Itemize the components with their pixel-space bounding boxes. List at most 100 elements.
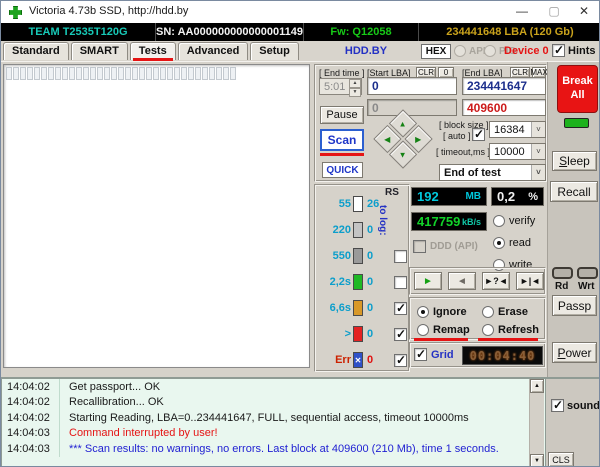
dropdown-arrow-icon[interactable]: ˅ bbox=[531, 122, 545, 137]
auto-checkbox[interactable] bbox=[472, 127, 485, 141]
start-lba-input[interactable]: 0 bbox=[367, 77, 457, 95]
legend-row-count: 0 bbox=[367, 224, 374, 236]
data-read-lcd: 192 MB bbox=[411, 187, 487, 206]
scroll-down-icon[interactable]: ▼ bbox=[530, 454, 544, 466]
hex-toggle-button[interactable]: HEX bbox=[421, 44, 451, 59]
legend-to-log-checkbox[interactable] bbox=[394, 353, 407, 367]
hints-checkbox-box[interactable] bbox=[552, 43, 565, 57]
tab-standard[interactable]: Standard bbox=[3, 42, 69, 60]
active-tab-hint-underline bbox=[132, 58, 173, 61]
block-size-select[interactable]: 16384 ˅ bbox=[489, 121, 546, 138]
power-label: Power bbox=[557, 345, 592, 360]
seek-scan-button[interactable]: ►?◄ bbox=[482, 272, 510, 290]
refresh-hint-underline bbox=[478, 338, 538, 341]
tab-tests[interactable]: Tests bbox=[129, 42, 176, 61]
power-button[interactable]: Power bbox=[552, 342, 597, 363]
timeout-select[interactable]: 10000 ˅ bbox=[489, 143, 546, 160]
legend-to-log-checkbox[interactable] bbox=[394, 327, 407, 341]
hints-checkbox[interactable]: Hints bbox=[552, 43, 596, 57]
auto-label: [ auto ] bbox=[443, 131, 471, 141]
end-time-label: [ End time ] bbox=[319, 68, 365, 78]
log-row: 14:04:03 *** Scan results: no warnings, n… bbox=[2, 441, 545, 457]
legend-row: 550 0 bbox=[315, 247, 409, 265]
grid-checkbox[interactable] bbox=[414, 347, 427, 361]
legend-row: 6,6s 0 bbox=[315, 299, 409, 317]
ddd-api-label: DDD (API) bbox=[430, 241, 478, 252]
refresh-radio[interactable]: Refresh bbox=[482, 324, 539, 336]
recall-button[interactable]: Recall bbox=[550, 181, 598, 202]
log-timestamp: 14:04:02 bbox=[7, 411, 50, 424]
maximize-icon[interactable]: ▢ bbox=[539, 1, 569, 23]
erase-radio[interactable]: Erase bbox=[482, 306, 528, 318]
play-button[interactable]: ► bbox=[414, 272, 442, 290]
legend-color-block bbox=[353, 222, 363, 238]
close-icon[interactable]: ✕ bbox=[569, 1, 599, 23]
legend-to-log-checkbox[interactable] bbox=[394, 249, 407, 263]
remap-radio-circle[interactable] bbox=[417, 324, 429, 336]
legend-row: >0 bbox=[315, 325, 409, 343]
quick-button[interactable]: QUICK bbox=[322, 162, 363, 178]
tab-advanced[interactable]: Advanced bbox=[177, 42, 249, 60]
drive-capacity: 234441648 LBA (120 Gb) bbox=[446, 26, 574, 38]
map-block bbox=[111, 67, 117, 80]
api-radio-circle[interactable] bbox=[454, 45, 466, 57]
spin-up-icon[interactable]: ▲ bbox=[349, 79, 361, 88]
legend-row-label: 55 bbox=[338, 198, 351, 210]
end-time-value: 5:01 bbox=[324, 80, 346, 93]
scroll-up-icon[interactable]: ▲ bbox=[530, 379, 544, 393]
end-time-spinner[interactable]: 5:01 ▲ ▼ bbox=[319, 78, 362, 97]
ddd-api-checkbox-box[interactable] bbox=[413, 240, 426, 253]
map-block bbox=[188, 67, 194, 80]
percent-unit: % bbox=[528, 190, 538, 203]
map-block bbox=[118, 67, 124, 80]
ignore-radio-circle[interactable] bbox=[417, 306, 429, 318]
legend-to-log-checkbox[interactable] bbox=[394, 275, 407, 289]
dropdown-arrow-icon[interactable]: ˅ bbox=[531, 144, 545, 159]
last-block-field: 409600 bbox=[462, 99, 546, 116]
read-radio[interactable]: read bbox=[493, 237, 531, 249]
cls-button[interactable]: CLS bbox=[548, 452, 574, 466]
write-led bbox=[577, 267, 598, 279]
log-scrollbar[interactable]: ▲ ▼ bbox=[529, 379, 544, 466]
map-block bbox=[181, 67, 187, 80]
seek-end-button[interactable]: ►|◄ bbox=[516, 272, 544, 290]
map-block bbox=[62, 67, 68, 80]
tab-setup[interactable]: Setup bbox=[250, 42, 299, 60]
passp-button[interactable]: Passp bbox=[552, 295, 597, 316]
erase-radio-circle[interactable] bbox=[482, 306, 494, 318]
read-radio-circle[interactable] bbox=[493, 237, 505, 249]
end-lba-input[interactable]: 234441647 bbox=[462, 77, 546, 95]
tab-label: Setup bbox=[259, 45, 290, 57]
sound-checkbox[interactable]: sound bbox=[551, 398, 599, 412]
ignore-radio[interactable]: Ignore bbox=[417, 306, 467, 318]
end-of-test-select[interactable]: End of test ˅ bbox=[439, 164, 546, 181]
pio-radio-circle[interactable] bbox=[484, 45, 496, 57]
api-radio[interactable]: API bbox=[454, 45, 486, 57]
dropdown-arrow-icon[interactable]: ˅ bbox=[531, 165, 545, 180]
tab-smart[interactable]: SMART bbox=[70, 42, 128, 60]
verify-radio[interactable]: verify bbox=[493, 215, 535, 227]
scan-button[interactable]: Scan bbox=[320, 129, 364, 151]
legend-color-block: ✕ bbox=[353, 352, 363, 368]
tab-label: Standard bbox=[12, 45, 60, 57]
verify-radio-circle[interactable] bbox=[493, 215, 505, 227]
spin-down-icon[interactable]: ▼ bbox=[349, 88, 361, 97]
arrow-left-icon: ◀ bbox=[384, 134, 391, 144]
log-message: *** Scan results: no warnings, no errors… bbox=[59, 441, 499, 457]
sound-checkbox-box[interactable] bbox=[551, 398, 564, 412]
pause-button[interactable]: Pause bbox=[320, 106, 364, 124]
minimize-icon[interactable]: — bbox=[507, 1, 537, 23]
legend-color-block bbox=[353, 248, 363, 264]
back-button[interactable]: ◄ bbox=[448, 272, 476, 290]
end-of-test-value: End of test bbox=[444, 166, 501, 179]
legend-to-log-checkbox[interactable] bbox=[394, 301, 407, 315]
refresh-label: Refresh bbox=[498, 324, 539, 336]
remap-radio[interactable]: Remap bbox=[417, 324, 470, 336]
ddd-api-checkbox[interactable]: DDD (API) bbox=[413, 240, 478, 253]
refresh-radio-circle[interactable] bbox=[482, 324, 494, 336]
sleep-button[interactable]: Sleep bbox=[552, 151, 597, 171]
elapsed-timer-lcd: 00:04:40 bbox=[462, 346, 543, 365]
break-all-button[interactable]: Break All bbox=[557, 65, 598, 113]
map-block bbox=[160, 67, 166, 80]
block-size-value: 16384 bbox=[494, 123, 525, 136]
